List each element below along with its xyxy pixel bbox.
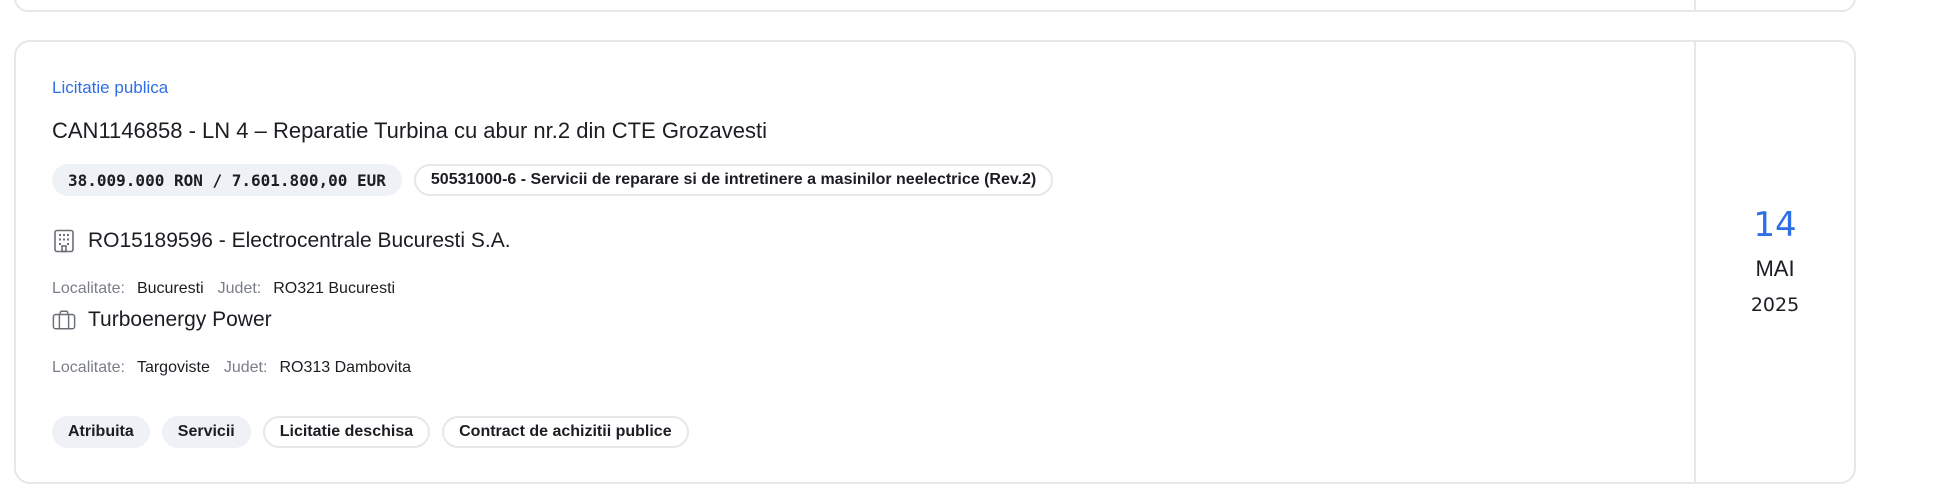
contracting-authority[interactable]: RO15189596 - Electrocentrale Bucuresti S…: [52, 228, 511, 254]
listing-card[interactable]: Licitatie publica CAN1146858 - LN 4 – Re…: [14, 40, 1856, 484]
card-divider: [1694, 0, 1696, 10]
county-value: RO313 Dambovita: [279, 359, 412, 376]
authority-location: Localitate: Bucuresti Judet: RO321 Bucur…: [52, 280, 409, 298]
date-column: 14 MAI 2025: [1696, 42, 1854, 482]
date-month: MAI: [1755, 256, 1795, 281]
cpv-badge[interactable]: 50531000-6 - Servicii de reparare si de …: [413, 164, 1054, 196]
briefcase-icon: [52, 307, 76, 333]
building-icon: [52, 228, 76, 254]
locality-value: Bucuresti: [136, 280, 204, 297]
locality-label: Localitate:: [52, 359, 125, 376]
value-row: 38.009.000 RON / 7.601.800,00 EUR 505310…: [52, 164, 1054, 196]
tag-category[interactable]: Servicii: [161, 416, 251, 448]
procedure-type-link[interactable]: Licitatie publica: [52, 78, 168, 98]
listing-title[interactable]: CAN1146858 - LN 4 – Reparatie Turbina cu…: [52, 118, 767, 144]
winner-company[interactable]: Turboenergy Power: [52, 307, 272, 333]
locality-label: Localitate:: [52, 280, 125, 297]
tag-list: Atribuita Servicii Licitatie deschisa Co…: [52, 416, 689, 448]
previous-listing-card: [14, 0, 1856, 12]
winner-location: Localitate: Targoviste Judet: RO313 Damb…: [52, 359, 425, 377]
tag-status[interactable]: Atribuita: [52, 416, 150, 448]
listing-content: Licitatie publica CAN1146858 - LN 4 – Re…: [52, 42, 1674, 482]
date-day: 14: [1753, 205, 1797, 245]
locality-value: Targoviste: [136, 359, 210, 376]
county-value: RO321 Bucuresti: [273, 280, 396, 297]
tag-contract-type[interactable]: Contract de achizitii publice: [442, 416, 689, 448]
tag-procedure[interactable]: Licitatie deschisa: [262, 416, 431, 448]
county-label: Judet:: [217, 280, 262, 297]
value-badge: 38.009.000 RON / 7.601.800,00 EUR: [52, 164, 402, 196]
date-year: 2025: [1750, 294, 1800, 316]
county-label: Judet:: [223, 359, 268, 376]
winner-name: Turboenergy Power: [88, 308, 272, 331]
authority-name: RO15189596 - Electrocentrale Bucuresti S…: [88, 229, 511, 252]
